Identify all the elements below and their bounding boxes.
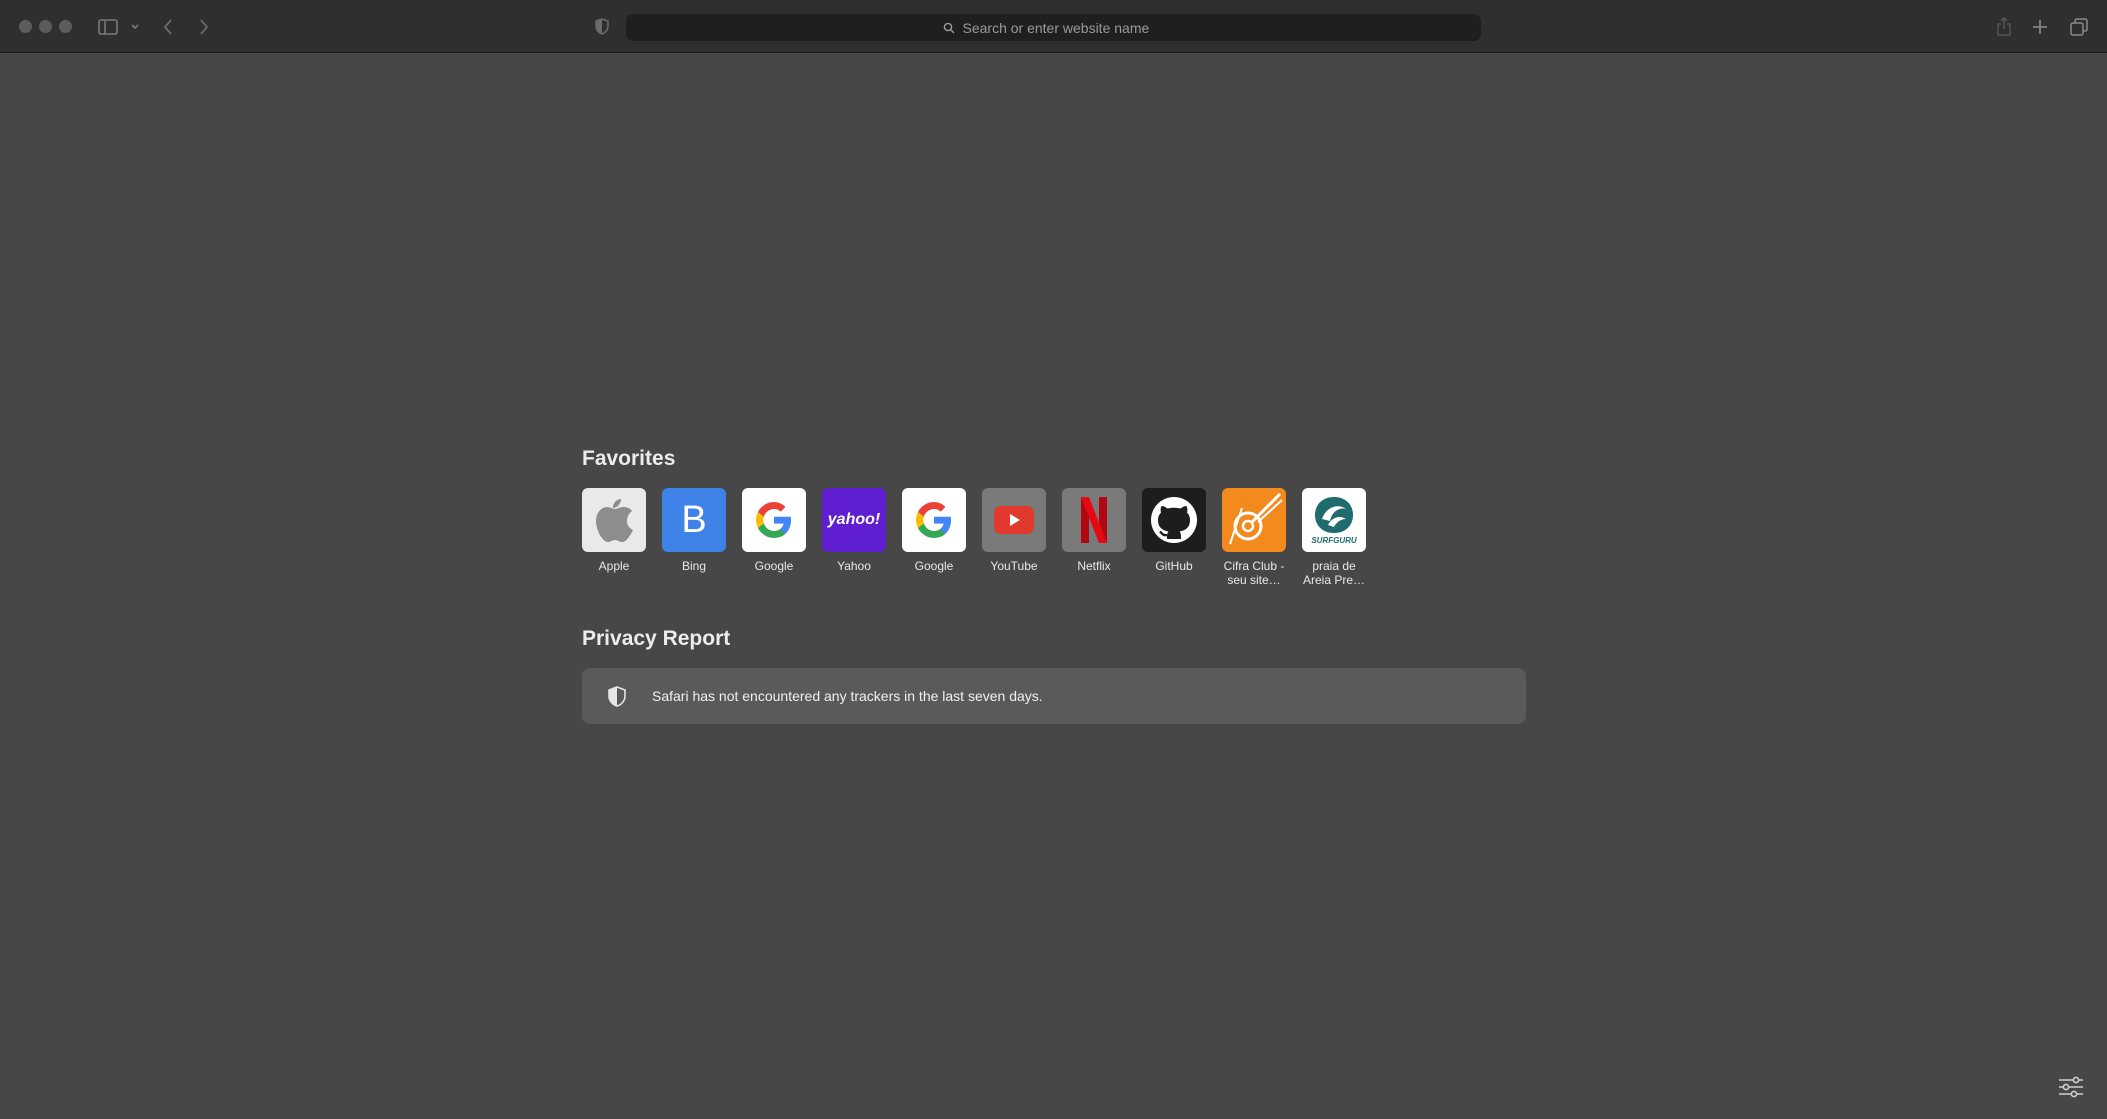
favorite-label: Apple [598,559,630,573]
privacy-report-message: Safari has not encountered any trackers … [652,688,1043,704]
google-icon [902,488,966,552]
privacy-report-card[interactable]: Safari has not encountered any trackers … [582,668,1526,724]
favorite-label: YouTube [990,559,1038,573]
favorites-grid: Apple B Bing Google yahoo! Yahoo Google … [582,488,1382,587]
privacy-shield-icon [608,685,626,707]
yahoo-wordmark: yahoo! [827,511,881,528]
forward-icon[interactable] [194,13,214,40]
favorite-label: Netflix [1077,559,1111,573]
favorite-label: Yahoo [837,559,871,573]
yahoo-icon: yahoo! [822,488,886,552]
favorites-title: Favorites [582,447,676,470]
privacy-report-title: Privacy Report [582,627,731,650]
zoom-window-button[interactable] [59,20,72,33]
favorite-google[interactable]: Google [742,488,806,587]
netflix-icon [1062,488,1126,552]
favorite-label: praia de Areia Pre… [1302,559,1366,587]
github-icon [1142,488,1206,552]
address-bar[interactable] [626,14,1481,41]
close-window-button[interactable] [19,20,32,33]
bing-icon: B [662,488,726,552]
favorite-google-2[interactable]: Google [902,488,966,587]
safari-window: Favorites Apple B Bing [0,0,2107,1119]
favorite-bing[interactable]: B Bing [662,488,726,587]
favorite-label: Cifra Club - seu site… [1223,559,1285,587]
privacy-shield-icon[interactable] [593,13,611,40]
favorite-surfguru[interactable]: SURFGURU praia de Areia Pre… [1302,488,1366,587]
surfguru-wordmark: SURFGURU [1311,536,1357,545]
search-icon [943,22,955,34]
chevron-down-icon[interactable] [128,13,142,40]
favorite-label: Google [914,559,954,573]
favorite-label: Bing [681,559,707,573]
apple-icon [582,488,646,552]
toolbar [0,0,2107,53]
address-input[interactable] [960,18,1165,37]
bing-letter: B [681,498,707,541]
favorite-label: GitHub [1155,559,1193,573]
favorite-github[interactable]: GitHub [1142,488,1206,587]
share-icon[interactable] [1994,13,2014,40]
surfguru-icon: SURFGURU [1302,488,1366,552]
customize-start-page-button[interactable] [2058,1076,2084,1098]
youtube-icon [982,488,1046,552]
favorite-cifra-club[interactable]: Cifra Club - seu site… [1222,488,1286,587]
new-tab-icon[interactable] [2030,13,2050,40]
google-icon [742,488,806,552]
cifra-club-icon [1222,488,1286,552]
favorite-yahoo[interactable]: yahoo! Yahoo [822,488,886,587]
favorite-netflix[interactable]: Netflix [1062,488,1126,587]
favorite-youtube[interactable]: YouTube [982,488,1046,587]
tab-overview-icon[interactable] [2068,13,2090,40]
favorite-apple[interactable]: Apple [582,488,646,587]
sliders-icon [2058,1076,2084,1098]
sidebar-icon[interactable] [96,13,120,40]
favorite-label: Google [754,559,794,573]
minimize-window-button[interactable] [39,20,52,33]
back-icon[interactable] [158,13,178,40]
